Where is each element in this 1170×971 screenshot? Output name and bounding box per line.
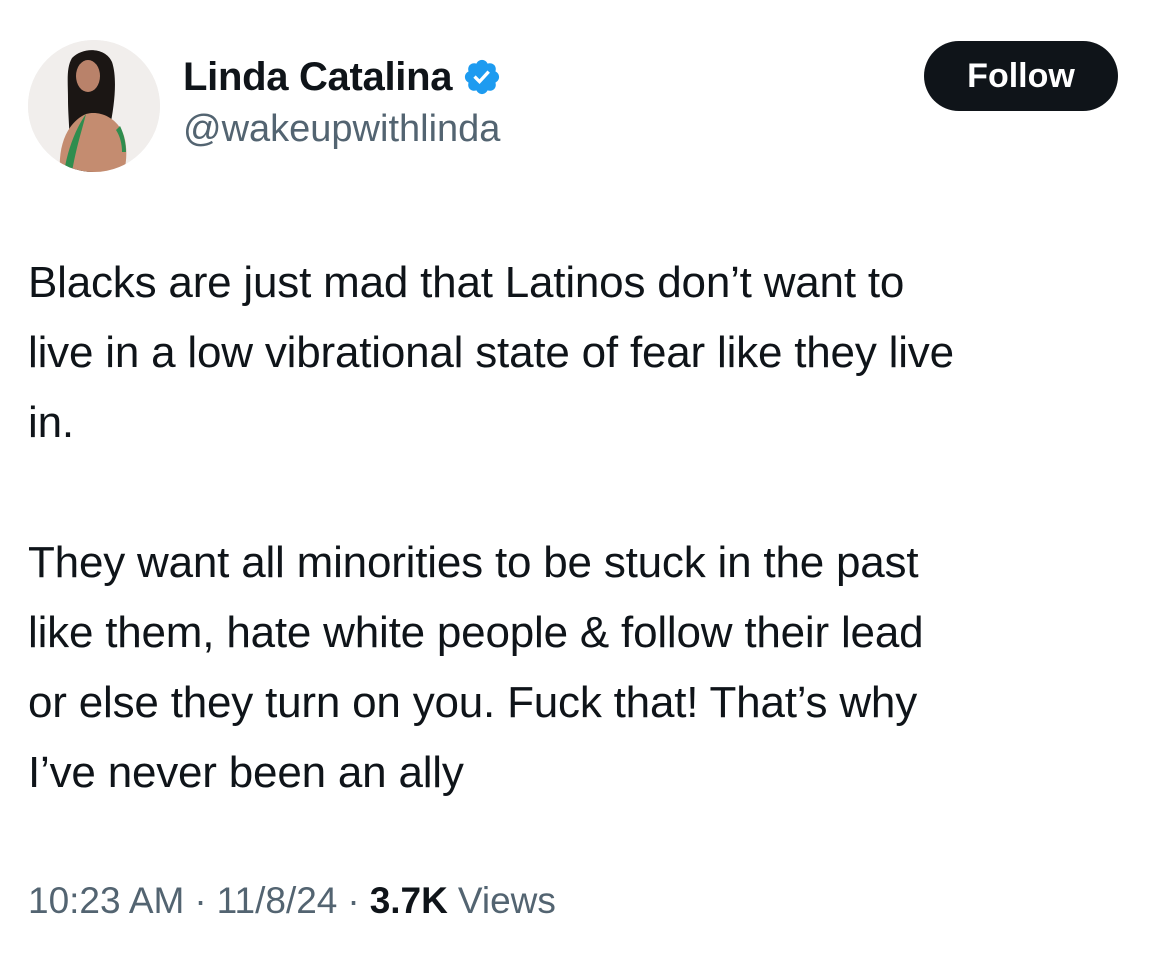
tweet-text-line: or else they turn on you. Fuck that! Tha… <box>28 678 917 727</box>
tweet-time[interactable]: 10:23 AM <box>28 880 184 922</box>
tweet-paragraph: They want all minorities to be stuck in … <box>28 528 1138 808</box>
follow-button[interactable]: Follow <box>924 41 1118 111</box>
views-count[interactable]: 3.7K <box>370 880 448 922</box>
profile-photo-icon <box>28 40 160 172</box>
author-avatar[interactable] <box>28 40 160 172</box>
tweet-metadata: 10:23 AM · 11/8/24 · 3.7K Views <box>28 880 556 922</box>
author-name-row: Linda Catalina <box>183 52 502 102</box>
tweet-card: Linda Catalina @wakeupwithlinda Follow B… <box>0 0 1170 971</box>
tweet-text: Blacks are just mad that Latinos don’t w… <box>28 248 1138 808</box>
tweet-paragraph: Blacks are just mad that Latinos don’t w… <box>28 248 1138 458</box>
verified-badge-icon <box>462 57 502 97</box>
tweet-date[interactable]: 11/8/24 <box>217 880 338 922</box>
tweet-text-line: in. <box>28 398 74 447</box>
meta-separator: · <box>347 880 360 921</box>
tweet-text-line: I’ve never been an ally <box>28 748 464 797</box>
views-label: Views <box>457 880 556 921</box>
tweet-text-line: Blacks are just mad that Latinos don’t w… <box>28 258 905 307</box>
author-handle[interactable]: @wakeupwithlinda <box>183 108 500 151</box>
tweet-text-line: live in a low vibrational state of fear … <box>28 328 954 377</box>
tweet-text-line: They want all minorities to be stuck in … <box>28 538 919 587</box>
meta-separator: · <box>194 880 207 921</box>
tweet-text-line: like them, hate white people & follow th… <box>28 608 924 657</box>
author-display-name[interactable]: Linda Catalina <box>183 55 452 100</box>
